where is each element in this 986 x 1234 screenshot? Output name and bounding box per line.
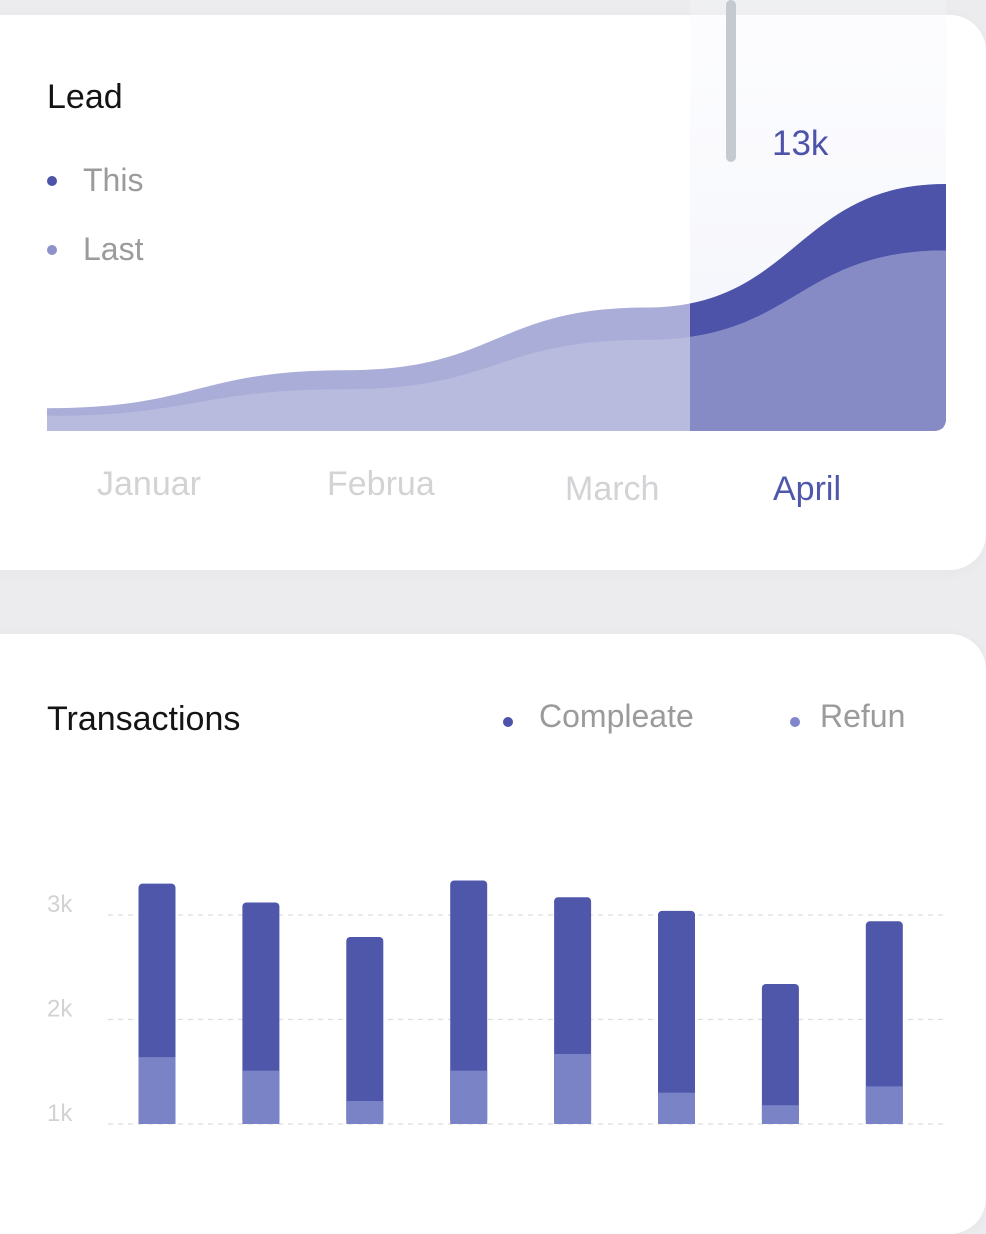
y-tick-label: 2k: [47, 996, 73, 1023]
bar-complete[interactable]: [346, 936, 384, 1124]
y-tick-label: 3k: [47, 891, 73, 918]
bar-refund[interactable]: [554, 1053, 592, 1124]
bar-refund[interactable]: [450, 1070, 488, 1124]
bar-refund[interactable]: [658, 1092, 695, 1124]
bar-refund[interactable]: [865, 1086, 903, 1124]
bar-refund[interactable]: [761, 1105, 799, 1124]
y-tick-label: 1k: [47, 1100, 73, 1127]
bar-refund[interactable]: [242, 1070, 280, 1124]
bar-refund[interactable]: [346, 1101, 384, 1124]
bar-refund[interactable]: [138, 1057, 176, 1124]
bar-complete[interactable]: [761, 983, 799, 1124]
transactions-chart: 1k 2k 3k: [47, 880, 945, 1127]
bar-complete[interactable]: [658, 910, 695, 1124]
